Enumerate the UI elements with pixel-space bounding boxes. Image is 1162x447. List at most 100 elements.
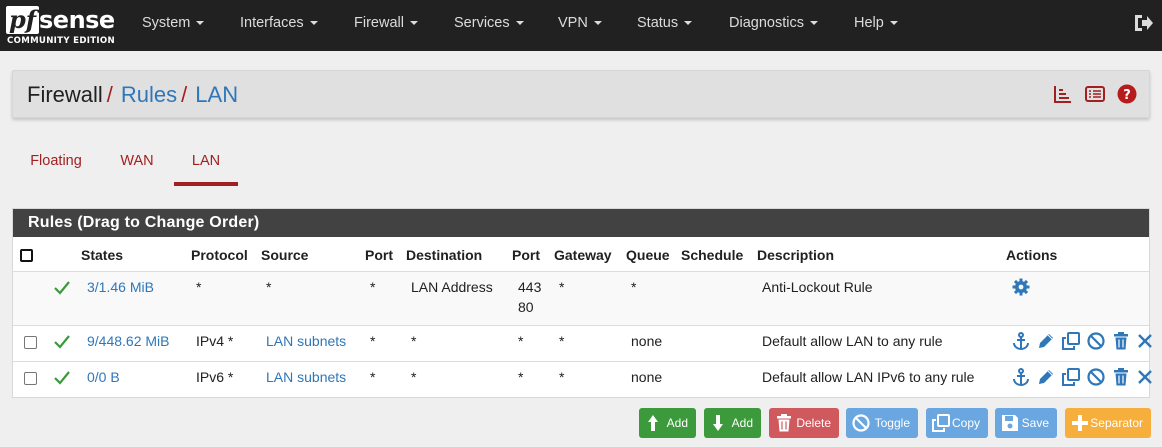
ban-icon[interactable] [1086, 367, 1106, 387]
row-destination: LAN Address [411, 279, 493, 295]
arrow-down-icon [709, 413, 729, 433]
row-states[interactable]: 3/1.46 MiB [87, 279, 154, 295]
col-gateway: Gateway [554, 247, 612, 263]
check-icon [53, 280, 71, 296]
delete-button[interactable]: Delete [769, 408, 839, 438]
nav-firewall[interactable]: Firewall [354, 0, 418, 51]
nav-help[interactable]: Help [854, 0, 898, 51]
pfsense-logo[interactable]: pf sense COMMUNITY EDITION [6, 6, 116, 46]
col-source: Source [261, 247, 309, 263]
col-schedule: Schedule [681, 247, 744, 263]
tab-floating[interactable]: Floating [24, 143, 88, 186]
save-icon [1000, 413, 1020, 433]
close-icon[interactable] [1135, 367, 1155, 387]
col-queue: Queue [626, 247, 670, 263]
select-all-checkbox[interactable] [20, 249, 33, 262]
logo-edition: COMMUNITY EDITION [7, 36, 116, 46]
row-gateway: * [559, 369, 565, 385]
save-button[interactable]: Save [995, 408, 1057, 438]
nav-status[interactable]: Status [637, 0, 693, 51]
trash-icon[interactable] [1111, 367, 1131, 387]
table-row[interactable] [13, 272, 1149, 325]
row-gateway: * [559, 333, 565, 349]
row-source-port: * [370, 333, 376, 349]
copy-icon[interactable] [1061, 367, 1081, 387]
trash-icon [774, 413, 794, 433]
ban-icon[interactable] [1086, 331, 1106, 351]
copy-button[interactable]: Copy [926, 408, 988, 438]
anchor-icon[interactable] [1011, 331, 1031, 351]
breadcrumb-firewall: Firewall [27, 82, 103, 107]
row-source-port: * [370, 279, 376, 295]
logo-prefix: pf [6, 6, 40, 34]
row-dest-port: 443 [518, 279, 542, 295]
row-description: Anti-Lockout Rule [762, 279, 873, 295]
pencil-icon[interactable] [1036, 331, 1056, 351]
row-destination: * [411, 333, 417, 349]
pencil-icon[interactable] [1036, 367, 1056, 387]
trash-icon[interactable] [1111, 331, 1131, 351]
row-queue: none [631, 369, 663, 385]
row-destination: * [411, 369, 417, 385]
row-source: * [266, 279, 272, 295]
row-dest-port: * [518, 333, 524, 349]
col-protocol: Protocol [191, 247, 248, 263]
anchor-icon[interactable] [1011, 367, 1031, 387]
nav-system[interactable]: System [142, 0, 205, 51]
row-queue: * [631, 279, 637, 295]
top-navbar: pf sense COMMUNITY EDITION System Interf… [0, 0, 1162, 51]
row-dest-port-2: 80 [518, 299, 534, 315]
row-dest-port: * [518, 369, 524, 385]
col-dest-port: Port [512, 247, 540, 263]
add-separator-button[interactable]: Separator [1065, 408, 1151, 438]
bar-chart-icon[interactable] [1053, 84, 1073, 104]
copy-icon[interactable] [1061, 331, 1081, 351]
nav-services[interactable]: Services [454, 0, 524, 51]
copy-icon [931, 413, 951, 433]
list-icon[interactable] [1085, 84, 1106, 104]
nav-vpn[interactable]: VPN [558, 0, 602, 51]
row-protocol: IPv4 * [196, 333, 234, 349]
breadcrumb-lan[interactable]: LAN [195, 82, 238, 107]
gear-icon[interactable] [1011, 277, 1031, 297]
row-source[interactable]: LAN subnets [266, 333, 346, 349]
col-actions: Actions [1006, 247, 1058, 263]
svg-text:?: ? [1123, 88, 1131, 103]
row-protocol: * [196, 279, 202, 295]
breadcrumb-rules[interactable]: Rules [121, 82, 177, 107]
row-gateway: * [559, 279, 565, 295]
row-queue: none [631, 333, 663, 349]
tab-lan[interactable]: LAN [174, 143, 238, 186]
rules-panel: Rules (Drag to Change Order) States Prot… [12, 208, 1153, 398]
row-states[interactable]: 9/448.62 MiB [87, 333, 170, 349]
logo-name: sense [39, 6, 115, 34]
check-icon [53, 370, 71, 386]
breadcrumb: Firewall / Rules / LAN [27, 82, 239, 107]
row-source[interactable]: LAN subnets [266, 369, 346, 385]
add-top-button[interactable]: Add [639, 408, 696, 438]
rules-panel-title: Rules (Drag to Change Order) [13, 209, 1149, 237]
add-bottom-button[interactable]: Add [704, 408, 761, 438]
col-description: Description [757, 247, 835, 263]
row-description: Default allow LAN IPv6 to any rule [762, 369, 975, 385]
arrow-up-icon [644, 413, 664, 433]
breadcrumb-panel: Firewall / Rules / LAN ? [12, 70, 1150, 118]
col-states: States [81, 247, 124, 263]
toggle-button[interactable]: Toggle [846, 408, 918, 438]
sign-out-icon[interactable] [1132, 12, 1154, 34]
row-source-port: * [370, 369, 376, 385]
plus-icon [1070, 413, 1090, 433]
nav-diagnostics[interactable]: Diagnostics [729, 0, 818, 51]
row-select-checkbox[interactable] [24, 336, 37, 349]
col-source-port: Port [365, 247, 393, 263]
row-protocol: IPv6 * [196, 369, 234, 385]
nav-interfaces[interactable]: Interfaces [240, 0, 318, 51]
tab-wan[interactable]: WAN [113, 143, 161, 186]
row-states[interactable]: 0/0 B [87, 369, 120, 385]
close-icon[interactable] [1135, 331, 1155, 351]
check-icon [53, 334, 71, 350]
col-destination: Destination [406, 247, 483, 263]
row-select-checkbox[interactable] [24, 372, 37, 385]
ban-icon [851, 413, 871, 433]
help-circle-icon[interactable]: ? [1117, 84, 1137, 104]
